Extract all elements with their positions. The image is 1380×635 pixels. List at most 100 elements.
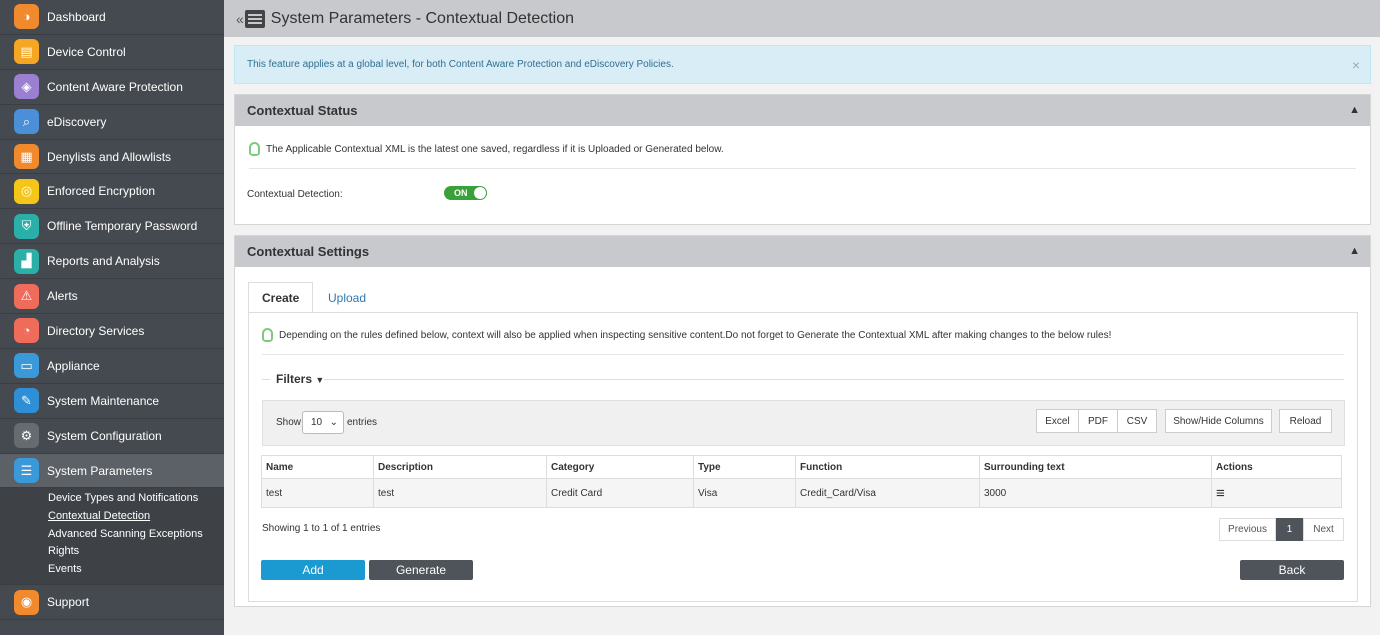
settings-note: Depending on the rules defined below, co… (262, 328, 1111, 342)
sidebar-item-offline-temporary-password[interactable]: ⛨ Offline Temporary Password (0, 209, 224, 245)
sidebar-item-appliance[interactable]: ▭ Appliance (0, 349, 224, 384)
table-row[interactable]: test test Credit Card Visa Credit_Card/V… (261, 478, 1342, 508)
column-header[interactable]: Type (693, 455, 796, 479)
lightbulb-icon (262, 328, 273, 342)
add-button[interactable]: Add (261, 560, 365, 580)
entries-label: entries (347, 417, 378, 428)
sidebar-item-label: Reports and Analysis (47, 254, 160, 269)
reports-icon: ▟ (14, 248, 39, 274)
cell-description: test (373, 478, 547, 508)
denylists-icon: ▦ (14, 144, 39, 169)
sidebar-item-label: eDiscovery (47, 114, 107, 129)
sidebar-item-label: Denylists and Allowlists (47, 149, 172, 164)
submenu-item-events[interactable]: Events (48, 561, 224, 579)
showing-info: Showing 1 to 1 of 1 entries (262, 523, 381, 534)
collapse-sidebar-icon[interactable]: « (236, 11, 244, 27)
entries-select[interactable]: 10 ⌄ (302, 411, 344, 434)
close-icon[interactable]: × (1352, 57, 1360, 73)
sidebar-item-label: Enforced Encryption (47, 184, 156, 199)
actions-menu-icon[interactable]: ≡ (1216, 485, 1225, 502)
toggle-label: ON (454, 188, 468, 198)
submenu-item-device-types-and-notifications[interactable]: Device Types and Notifications (48, 490, 224, 508)
sidebar-item-reports-and-analysis[interactable]: ▟ Reports and Analysis (0, 244, 224, 280)
sidebar-item-label: Appliance (47, 358, 100, 373)
sidebar-item-content-aware-protection[interactable]: ◈ Content Aware Protection (0, 70, 224, 105)
sidebar-item-label: Device Control (47, 44, 126, 59)
page-1-button[interactable]: 1 (1276, 518, 1303, 541)
table-header-row: Name Description Category Type Function … (261, 455, 1342, 479)
sidebar-item-label: Directory Services (47, 323, 145, 338)
column-header[interactable]: Category (546, 455, 694, 479)
column-header[interactable]: Surrounding text (979, 455, 1212, 479)
pagination: Previous 1 Next (1219, 518, 1344, 541)
filters-toggle[interactable]: Filters ▼ (276, 372, 324, 386)
submenu-item-rights[interactable]: Rights (48, 543, 224, 561)
sidebar-item-system-configuration[interactable]: ⚙ System Configuration (0, 419, 224, 454)
sidebar-item-dashboard[interactable]: ◑ Dashboard (0, 0, 224, 35)
contextual-settings-panel: Contextual Settings ▲ Create Upload Depe… (234, 235, 1371, 607)
column-header[interactable]: Description (373, 455, 547, 479)
content-aware-icon: ◈ (14, 74, 39, 100)
sidebar-item-support[interactable]: ◉ Support (0, 585, 224, 621)
status-note-text: The Applicable Contextual XML is the lat… (266, 143, 724, 155)
configuration-icon: ⚙ (14, 423, 39, 449)
sidebar-item-label: System Maintenance (47, 393, 160, 408)
sidebar-item-system-maintenance[interactable]: ✎ System Maintenance (0, 384, 224, 419)
contextual-status-panel: Contextual Status ▲ The Applicable Conte… (234, 94, 1371, 225)
sidebar-item-label: Support (47, 595, 90, 610)
sidebar-item-denylists-and-allowlists[interactable]: ▦ Denylists and Allowlists (0, 140, 224, 175)
maintenance-icon: ✎ (14, 388, 39, 414)
sidebar-item-alerts[interactable]: ⚠ Alerts (0, 279, 224, 315)
submenu-item-advanced-scanning-exceptions[interactable]: Advanced Scanning Exceptions (48, 526, 224, 544)
cell-actions: ≡ (1211, 478, 1342, 508)
previous-page-button[interactable]: Previous (1219, 518, 1276, 541)
parameters-icon: ☰ (14, 458, 39, 484)
divider (249, 168, 1356, 169)
appliance-icon: ▭ (14, 353, 39, 379)
filters-divider (324, 379, 1344, 380)
csv-button[interactable]: CSV (1117, 409, 1157, 433)
panel-header: Contextual Settings ▲ (235, 236, 1370, 267)
contextual-detection-toggle[interactable]: ON (444, 186, 487, 200)
panel-title: Contextual Status (247, 103, 358, 118)
column-header[interactable]: Function (795, 455, 980, 479)
chevron-down-icon: ⌄ (329, 417, 338, 428)
cell-name: test (261, 478, 374, 508)
toggle-knob (474, 187, 486, 199)
tab-create[interactable]: Create (248, 282, 314, 313)
cell-surrounding-text: 3000 (979, 478, 1212, 508)
sidebar-item-ediscovery[interactable]: ⌕ eDiscovery (0, 105, 224, 140)
sidebar-item-label: System Configuration (47, 428, 162, 443)
chevron-up-icon[interactable]: ▲ (1349, 245, 1360, 257)
show-hide-columns-button[interactable]: Show/Hide Columns (1165, 409, 1272, 433)
sidebar-item-label: Dashboard (47, 9, 106, 24)
generate-button[interactable]: Generate (369, 560, 473, 580)
directory-icon: ◔ (14, 318, 39, 344)
column-header[interactable]: Name (261, 455, 374, 479)
submenu-item-contextual-detection[interactable]: Contextual Detection (48, 508, 224, 526)
pdf-button[interactable]: PDF (1078, 409, 1118, 433)
reload-button[interactable]: Reload (1279, 409, 1332, 433)
sidebar-item-directory-services[interactable]: ◔ Directory Services (0, 314, 224, 349)
excel-button[interactable]: Excel (1036, 409, 1079, 433)
sidebar-item-device-control[interactable]: ▤ Device Control (0, 35, 224, 70)
info-banner-text: This feature applies at a global level, … (247, 59, 674, 70)
entries-value: 10 (311, 417, 323, 428)
list-icon (244, 9, 265, 28)
back-button[interactable]: Back (1240, 560, 1344, 580)
lightbulb-icon (249, 142, 260, 156)
sidebar-item-label: Alerts (47, 289, 78, 304)
contextual-detection-label: Contextual Detection: (247, 189, 343, 200)
sidebar-item-enforced-encryption[interactable]: ◎ Enforced Encryption (0, 174, 224, 210)
panel-title: Contextual Settings (247, 244, 370, 259)
sidebar-item-system-parameters[interactable]: ☰ System Parameters (0, 453, 224, 489)
tab-upload[interactable]: Upload (315, 282, 379, 313)
main-content: This feature applies at a global level, … (224, 37, 1380, 635)
chevron-up-icon[interactable]: ▲ (1349, 104, 1360, 116)
page-header: « System Parameters - Contextual Detecti… (224, 0, 1380, 37)
divider (262, 354, 1344, 355)
next-page-button[interactable]: Next (1303, 518, 1344, 541)
table-toolbar: Show 10 ⌄ entries Excel PDF CSV Show/Hid… (262, 400, 1345, 446)
info-banner: This feature applies at a global level, … (234, 45, 1371, 84)
show-label: Show (276, 417, 302, 428)
